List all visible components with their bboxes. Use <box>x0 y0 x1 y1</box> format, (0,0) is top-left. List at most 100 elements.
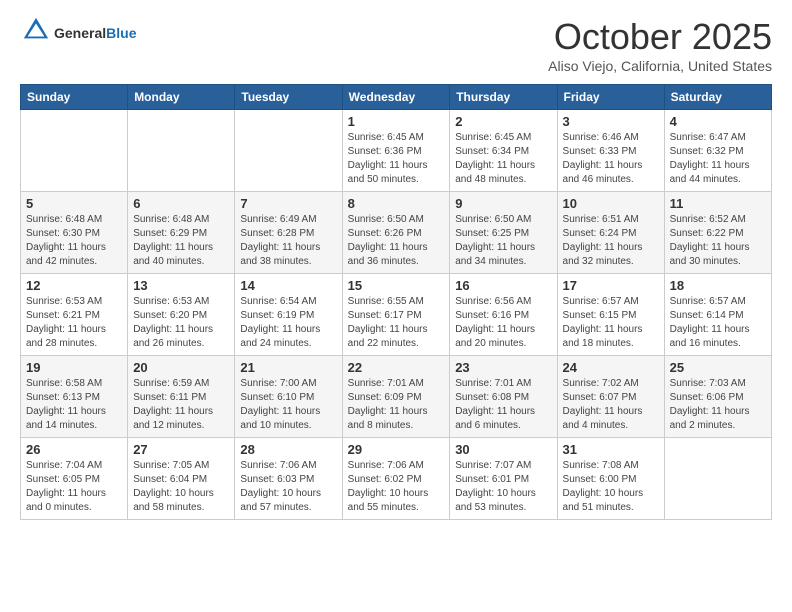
day-number: 10 <box>563 196 659 211</box>
day-number: 13 <box>133 278 229 293</box>
calendar-cell: 31 Sunrise: 7:08 AM Sunset: 6:00 PM Dayli… <box>557 438 664 520</box>
col-header-friday: Friday <box>557 85 664 110</box>
location: Aliso Viejo, California, United States <box>548 58 772 74</box>
day-number: 20 <box>133 360 229 375</box>
logo-general: General <box>54 25 106 41</box>
calendar-cell: 5 Sunrise: 6:48 AM Sunset: 6:30 PM Daylig… <box>21 192 128 274</box>
day-detail: Sunrise: 7:00 AM Sunset: 6:10 PM Dayligh… <box>240 377 336 433</box>
calendar-cell: 12Sunrise: 6:53 AM Sunset: 6:21 PM Dayli… <box>21 274 128 356</box>
calendar-cell: 8 Sunrise: 6:50 AM Sunset: 6:26 PM Daylig… <box>342 192 450 274</box>
day-detail: Sunrise: 6:53 AM Sunset: 6:20 PM Dayligh… <box>133 295 229 351</box>
day-detail: Sunrise: 7:08 AM Sunset: 6:00 PM Dayligh… <box>563 459 659 515</box>
col-header-saturday: Saturday <box>664 85 771 110</box>
calendar-cell: 20Sunrise: 6:59 AM Sunset: 6:11 PM Dayli… <box>128 356 235 438</box>
calendar-cell: 24 Sunrise: 7:02 AM Sunset: 6:07 PM Dayli… <box>557 356 664 438</box>
day-number: 28 <box>240 442 336 457</box>
calendar-cell: 22 Sunrise: 7:01 AM Sunset: 6:09 PM Dayli… <box>342 356 450 438</box>
calendar-header-row: SundayMondayTuesdayWednesdayThursdayFrid… <box>21 85 772 110</box>
day-number: 4 <box>670 114 766 129</box>
page: GeneralBlue October 2025 Aliso Viejo, Ca… <box>0 0 792 540</box>
calendar-week-row: 19 Sunrise: 6:58 AM Sunset: 6:13 PM Dayli… <box>21 356 772 438</box>
day-number: 24 <box>563 360 659 375</box>
day-number: 31 <box>563 442 659 457</box>
day-detail: Sunrise: 6:48 AM Sunset: 6:29 PM Dayligh… <box>133 213 229 269</box>
day-detail: Sunrise: 7:07 AM Sunset: 6:01 PM Dayligh… <box>455 459 551 515</box>
calendar-cell: 27Sunrise: 7:05 AM Sunset: 6:04 PM Dayli… <box>128 438 235 520</box>
col-header-thursday: Thursday <box>450 85 557 110</box>
day-detail: Sunrise: 6:45 AM Sunset: 6:34 PM Dayligh… <box>455 131 551 187</box>
day-detail: Sunrise: 6:57 AM Sunset: 6:14 PM Dayligh… <box>670 295 766 351</box>
day-detail: Sunrise: 7:01 AM Sunset: 6:08 PM Dayligh… <box>455 377 551 433</box>
day-number: 18 <box>670 278 766 293</box>
calendar-cell: 9Sunrise: 6:50 AM Sunset: 6:25 PM Daylig… <box>450 192 557 274</box>
calendar-cell: 26Sunrise: 7:04 AM Sunset: 6:05 PM Dayli… <box>21 438 128 520</box>
calendar-cell: 1 Sunrise: 6:45 AM Sunset: 6:36 PM Daylig… <box>342 110 450 192</box>
day-detail: Sunrise: 6:56 AM Sunset: 6:16 PM Dayligh… <box>455 295 551 351</box>
calendar-cell: 4Sunrise: 6:47 AM Sunset: 6:32 PM Daylig… <box>664 110 771 192</box>
calendar-cell: 7 Sunrise: 6:49 AM Sunset: 6:28 PM Daylig… <box>235 192 342 274</box>
day-detail: Sunrise: 7:05 AM Sunset: 6:04 PM Dayligh… <box>133 459 229 515</box>
day-number: 1 <box>348 114 445 129</box>
day-number: 16 <box>455 278 551 293</box>
day-number: 12 <box>26 278 122 293</box>
day-number: 17 <box>563 278 659 293</box>
calendar-cell: 2 Sunrise: 6:45 AM Sunset: 6:34 PM Daylig… <box>450 110 557 192</box>
title-block: October 2025 Aliso Viejo, California, Un… <box>548 16 772 74</box>
calendar-week-row: 26Sunrise: 7:04 AM Sunset: 6:05 PM Dayli… <box>21 438 772 520</box>
logo: GeneralBlue <box>20 16 136 49</box>
calendar-cell: 23 Sunrise: 7:01 AM Sunset: 6:08 PM Dayli… <box>450 356 557 438</box>
calendar-week-row: 5 Sunrise: 6:48 AM Sunset: 6:30 PM Daylig… <box>21 192 772 274</box>
day-number: 6 <box>133 196 229 211</box>
day-detail: Sunrise: 7:01 AM Sunset: 6:09 PM Dayligh… <box>348 377 445 433</box>
col-header-monday: Monday <box>128 85 235 110</box>
calendar-cell <box>21 110 128 192</box>
day-detail: Sunrise: 6:52 AM Sunset: 6:22 PM Dayligh… <box>670 213 766 269</box>
col-header-sunday: Sunday <box>21 85 128 110</box>
day-number: 21 <box>240 360 336 375</box>
day-detail: Sunrise: 7:06 AM Sunset: 6:03 PM Dayligh… <box>240 459 336 515</box>
day-detail: Sunrise: 6:55 AM Sunset: 6:17 PM Dayligh… <box>348 295 445 351</box>
day-detail: Sunrise: 6:51 AM Sunset: 6:24 PM Dayligh… <box>563 213 659 269</box>
calendar-week-row: 12Sunrise: 6:53 AM Sunset: 6:21 PM Dayli… <box>21 274 772 356</box>
calendar-cell: 28 Sunrise: 7:06 AM Sunset: 6:03 PM Dayli… <box>235 438 342 520</box>
logo-general-text: GeneralBlue <box>54 25 136 41</box>
day-number: 29 <box>348 442 445 457</box>
day-detail: Sunrise: 6:57 AM Sunset: 6:15 PM Dayligh… <box>563 295 659 351</box>
calendar-cell: 13 Sunrise: 6:53 AM Sunset: 6:20 PM Dayli… <box>128 274 235 356</box>
day-number: 5 <box>26 196 122 211</box>
day-number: 2 <box>455 114 551 129</box>
calendar-cell: 15 Sunrise: 6:55 AM Sunset: 6:17 PM Dayli… <box>342 274 450 356</box>
day-number: 7 <box>240 196 336 211</box>
logo-icon <box>22 16 50 44</box>
day-detail: Sunrise: 6:46 AM Sunset: 6:33 PM Dayligh… <box>563 131 659 187</box>
calendar-week-row: 1 Sunrise: 6:45 AM Sunset: 6:36 PM Daylig… <box>21 110 772 192</box>
day-number: 23 <box>455 360 551 375</box>
day-detail: Sunrise: 6:50 AM Sunset: 6:25 PM Dayligh… <box>455 213 551 269</box>
day-detail: Sunrise: 6:50 AM Sunset: 6:26 PM Dayligh… <box>348 213 445 269</box>
calendar-cell: 29Sunrise: 7:06 AM Sunset: 6:02 PM Dayli… <box>342 438 450 520</box>
day-number: 22 <box>348 360 445 375</box>
day-detail: Sunrise: 6:45 AM Sunset: 6:36 PM Dayligh… <box>348 131 445 187</box>
logo-blue: Blue <box>106 25 136 41</box>
calendar-table: SundayMondayTuesdayWednesdayThursdayFrid… <box>20 84 772 520</box>
day-detail: Sunrise: 6:48 AM Sunset: 6:30 PM Dayligh… <box>26 213 122 269</box>
day-number: 3 <box>563 114 659 129</box>
day-number: 8 <box>348 196 445 211</box>
day-detail: Sunrise: 6:49 AM Sunset: 6:28 PM Dayligh… <box>240 213 336 269</box>
day-detail: Sunrise: 7:02 AM Sunset: 6:07 PM Dayligh… <box>563 377 659 433</box>
col-header-wednesday: Wednesday <box>342 85 450 110</box>
calendar-cell: 16 Sunrise: 6:56 AM Sunset: 6:16 PM Dayli… <box>450 274 557 356</box>
calendar-cell: 25Sunrise: 7:03 AM Sunset: 6:06 PM Dayli… <box>664 356 771 438</box>
calendar-cell: 30Sunrise: 7:07 AM Sunset: 6:01 PM Dayli… <box>450 438 557 520</box>
day-number: 19 <box>26 360 122 375</box>
calendar-cell <box>664 438 771 520</box>
day-detail: Sunrise: 6:58 AM Sunset: 6:13 PM Dayligh… <box>26 377 122 433</box>
day-number: 25 <box>670 360 766 375</box>
calendar-cell <box>235 110 342 192</box>
calendar-cell: 17 Sunrise: 6:57 AM Sunset: 6:15 PM Dayli… <box>557 274 664 356</box>
col-header-tuesday: Tuesday <box>235 85 342 110</box>
day-number: 11 <box>670 196 766 211</box>
calendar-cell: 10 Sunrise: 6:51 AM Sunset: 6:24 PM Dayli… <box>557 192 664 274</box>
calendar-cell: 14Sunrise: 6:54 AM Sunset: 6:19 PM Dayli… <box>235 274 342 356</box>
day-number: 15 <box>348 278 445 293</box>
